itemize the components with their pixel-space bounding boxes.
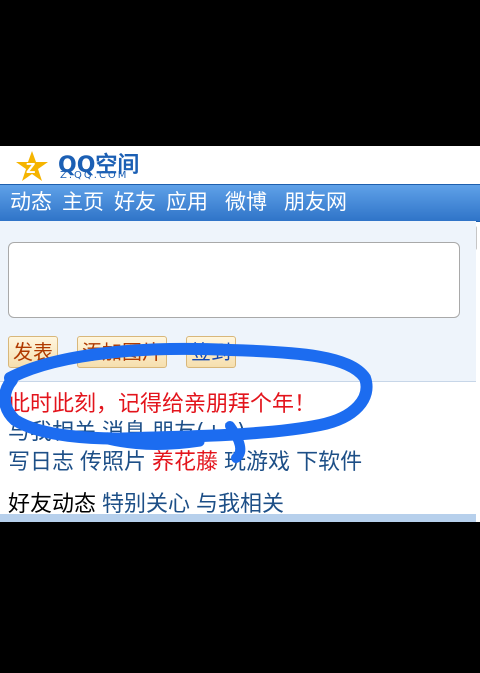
nav-tab-home[interactable]: 主页 [57, 185, 109, 219]
links-row-2: 写日志 传照片 养花藤 玩游戏 下软件 [8, 444, 368, 476]
links-row-1: 与我相关 消息 朋友(+1) [8, 414, 252, 446]
main-nav: 动态 主页 好友 应用 微博 朋友网 [0, 184, 480, 222]
svg-text:Z: Z [26, 162, 35, 177]
nav-tab-feed[interactable]: 动态 [0, 185, 57, 219]
link-friends-count[interactable]: 朋友(+1) [152, 420, 246, 445]
nav-tab-friends[interactable]: 好友 [109, 185, 161, 219]
publish-button[interactable]: 发表 [8, 336, 58, 368]
nav-tab-weibo[interactable]: 微博 [213, 185, 272, 219]
phone-screen: Z QQ空间 Z.QQ.COM 动态 主页 好友 应用 微博 朋友网 发表 添加… [0, 146, 480, 522]
link-download-software[interactable]: 下软件 [296, 450, 362, 475]
sign-in-button[interactable]: 签到 [186, 336, 236, 368]
add-photo-button[interactable]: 添加图片 [77, 336, 167, 368]
logo-subtext: Z.QQ.COM [60, 170, 129, 181]
link-related-to-me[interactable]: 与我相关 [8, 420, 96, 445]
compose-panel: 发表 添加图片 签到 [0, 221, 476, 382]
bottom-divider [0, 514, 476, 522]
link-upload-photo[interactable]: 传照片 [80, 450, 146, 475]
status-textarea[interactable] [8, 242, 460, 318]
qzone-star-logo-icon: Z [16, 151, 48, 181]
link-grow-flowers[interactable]: 养花藤 [152, 450, 218, 475]
nav-tab-apps[interactable]: 应用 [161, 185, 213, 219]
link-play-games[interactable]: 玩游戏 [224, 450, 290, 475]
nav-tab-pengyou[interactable]: 朋友网 [272, 185, 352, 219]
app-header: Z QQ空间 Z.QQ.COM [0, 146, 480, 184]
link-messages[interactable]: 消息 [102, 420, 146, 445]
link-write-blog[interactable]: 写日志 [8, 450, 74, 475]
